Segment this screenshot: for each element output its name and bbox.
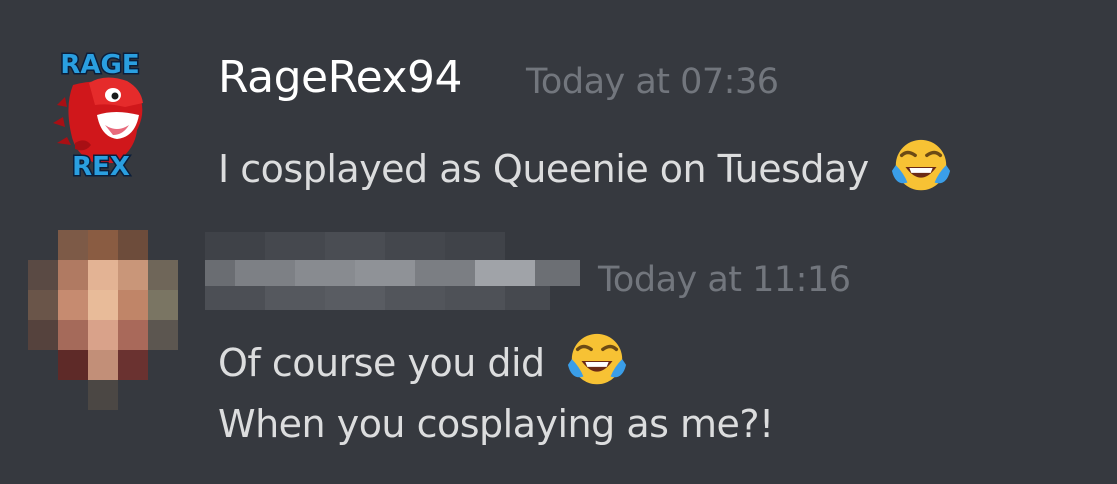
timestamp-1[interactable]: Today at 07:36 [526,62,779,102]
message-group-1: RAGE REX RageRex94 Today at 07:36 I cosp… [0,0,1117,220]
avatar-text-bottom: REX [72,152,130,182]
message-line: Of course you did [218,341,545,385]
message-line: I cosplayed as Queenie on Tuesday [218,147,869,191]
username-ragerex[interactable]: RageRex94 [218,52,463,103]
laughing-tears-emoji-icon [890,136,952,207]
message-text-2a: Of course you did [218,330,628,401]
rage-rex-logo-icon: RAGE REX [53,49,143,184]
pixelated-avatar-icon [28,230,178,420]
message-text-2b: When you cosplaying as me?! [218,402,774,446]
avatar-redacted[interactable] [28,230,178,420]
username-redacted[interactable] [205,232,580,310]
redacted-username-blur-icon [205,232,580,310]
laughing-tears-emoji-icon [566,330,628,401]
avatar-text-top: RAGE [60,50,139,80]
message-text-1: I cosplayed as Queenie on Tuesday [218,136,952,207]
avatar-ragerex[interactable]: RAGE REX [45,45,155,185]
timestamp-2[interactable]: Today at 11:16 [598,260,851,300]
message-group-2: Today at 11:16 Of course you did When yo… [0,220,1117,484]
